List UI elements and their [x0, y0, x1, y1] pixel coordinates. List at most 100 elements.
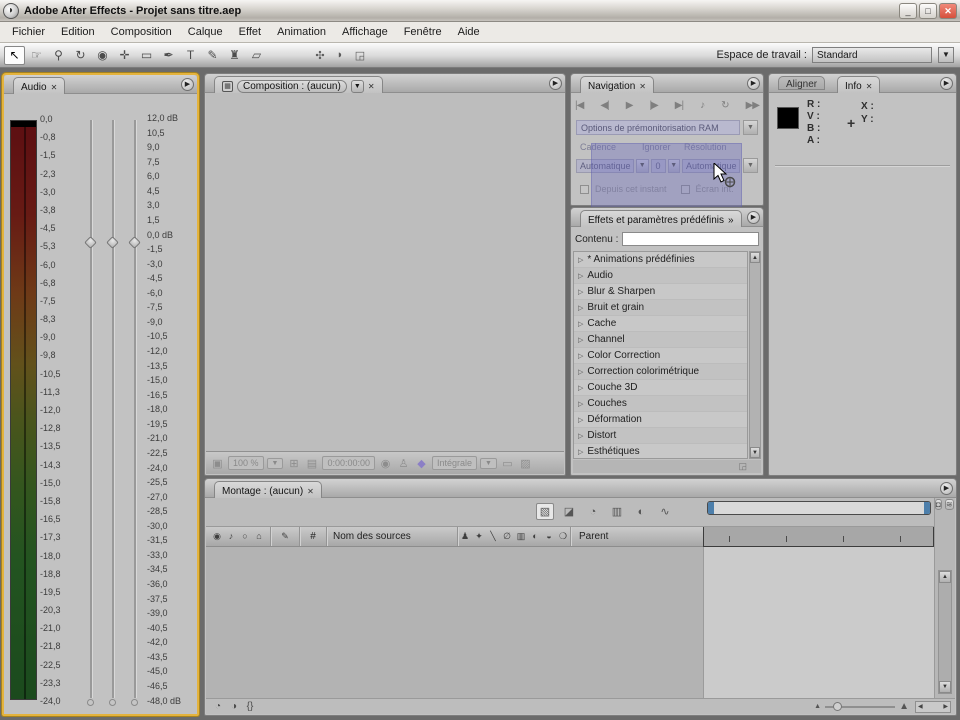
- disclosure-triangle-icon[interactable]: ▷: [578, 432, 583, 440]
- effects-scrollbar[interactable]: ▲ ▼: [749, 251, 761, 459]
- pin-icon[interactable]: ◗: [332, 47, 348, 63]
- solo-icon[interactable]: ○: [238, 531, 252, 542]
- scroll-down-icon[interactable]: ▼: [939, 681, 951, 693]
- effects-category-row[interactable]: ▷ Channel: [574, 332, 747, 348]
- transparency-grid-icon[interactable]: ▨: [518, 457, 533, 470]
- timeline-track-area[interactable]: [703, 547, 934, 698]
- collapse-icon[interactable]: ✦: [472, 531, 486, 542]
- panel-menu-icon[interactable]: ▶: [747, 211, 760, 224]
- disclosure-triangle-icon[interactable]: ▷: [578, 368, 583, 376]
- menu-item[interactable]: Affichage: [334, 24, 396, 40]
- disclosure-triangle-icon[interactable]: ▷: [578, 384, 583, 392]
- ignorer-select[interactable]: 0: [650, 159, 666, 173]
- channels-icon[interactable]: ▤: [304, 457, 319, 470]
- grip-icon[interactable]: ≋: [944, 499, 954, 510]
- menu-item[interactable]: Aide: [450, 24, 488, 40]
- from-current-checkbox[interactable]: [580, 184, 589, 194]
- shy-icon[interactable]: ♟: [458, 531, 472, 542]
- scroll-up-icon[interactable]: ▲: [939, 571, 951, 583]
- comp-mini-flowchart-button[interactable]: ▧: [536, 503, 554, 520]
- effects-category-row[interactable]: ▷ * Animations prédéfinies: [574, 252, 747, 268]
- magnification-select[interactable]: 100 %: [228, 456, 264, 470]
- audio-right-level-slider[interactable]: [128, 120, 141, 706]
- video-visibility-icon[interactable]: ◉: [210, 531, 224, 542]
- effects-category-row[interactable]: ▷ Esthétiques: [574, 444, 747, 458]
- timecode-display[interactable]: 0:00:00:00: [322, 456, 376, 470]
- effects-category-row[interactable]: ▷ Cache: [574, 316, 747, 332]
- expand-inout-button[interactable]: {}: [242, 701, 258, 712]
- zoom-slider-thumb[interactable]: [833, 701, 843, 711]
- effects-category-row[interactable]: ▷ Audio: [574, 268, 747, 284]
- contents-search-input[interactable]: [622, 232, 759, 246]
- ram-preview-button[interactable]: ▶▶: [746, 100, 760, 111]
- pen-tool[interactable]: ✒: [158, 46, 179, 65]
- panel-menu-icon[interactable]: ▶: [940, 77, 953, 90]
- rectangle-mask-tool[interactable]: ▭: [136, 46, 157, 65]
- effects-icon[interactable]: ∅: [500, 531, 514, 542]
- tab-aligner[interactable]: Aligner: [778, 76, 826, 90]
- effects-category-row[interactable]: ▷ Blur & Sharpen: [574, 284, 747, 300]
- menu-item[interactable]: Calque: [180, 24, 231, 40]
- timeline-horizontal-scrollbar[interactable]: ◀ ▶: [915, 700, 951, 713]
- audio-toggle-button[interactable]: ♪: [700, 100, 705, 111]
- label-color-icon[interactable]: ✎: [271, 531, 299, 542]
- disclosure-triangle-icon[interactable]: ▷: [578, 272, 583, 280]
- layer-list-area[interactable]: [206, 547, 703, 698]
- workspace-select[interactable]: Standard: [812, 47, 932, 63]
- tab-composition[interactable]: ▦ Composition : (aucun) ▼ ✕: [214, 76, 383, 93]
- close-button[interactable]: ✕: [939, 2, 957, 19]
- draft-3d-button[interactable]: ◔: [584, 503, 602, 520]
- disclosure-triangle-icon[interactable]: ▷: [578, 336, 583, 344]
- time-navigator-bar[interactable]: [707, 501, 931, 515]
- zoom-out-mountain-icon[interactable]: ▲: [814, 703, 821, 710]
- clone-stamp-tool[interactable]: ♜: [224, 46, 245, 65]
- brush-tool[interactable]: ✎: [202, 46, 223, 65]
- tab-info[interactable]: Info ✕: [837, 76, 881, 93]
- disclosure-triangle-icon[interactable]: ▷: [578, 352, 583, 360]
- live-update-button[interactable]: ◪: [560, 503, 578, 520]
- disclosure-triangle-icon[interactable]: ▷: [578, 288, 583, 296]
- time-ruler[interactable]: [703, 527, 934, 547]
- disclosure-triangle-icon[interactable]: ▷: [578, 416, 583, 424]
- close-icon[interactable]: ✕: [866, 82, 873, 91]
- effects-category-row[interactable]: ▷ Correction colorimétrique: [574, 364, 747, 380]
- orbit-camera-tool[interactable]: ◉: [92, 46, 113, 65]
- comp-marker-icon[interactable]: ◘: [935, 499, 942, 510]
- layer-number-column[interactable]: #: [300, 531, 326, 542]
- selection-tool[interactable]: ↖: [4, 45, 25, 65]
- last-frame-button[interactable]: ▶|: [675, 100, 684, 111]
- frame-blend-icon[interactable]: ▥: [514, 531, 528, 542]
- expand-icon[interactable]: ◲: [352, 47, 368, 63]
- parent-column[interactable]: Parent: [571, 531, 699, 542]
- full-screen-checkbox[interactable]: [680, 184, 690, 194]
- close-icon[interactable]: ✕: [368, 82, 375, 91]
- disclosure-triangle-icon[interactable]: ▷: [578, 400, 583, 408]
- type-tool[interactable]: T: [180, 46, 201, 65]
- expand-layer-switches-button[interactable]: ◔: [210, 701, 226, 712]
- tab-audio[interactable]: Audio ✕: [13, 77, 66, 94]
- show-snapshot-icon[interactable]: ♙: [396, 457, 411, 470]
- lock-icon[interactable]: ⌂: [252, 531, 266, 542]
- resolution-dropdown-icon[interactable]: ▼: [480, 457, 497, 469]
- menu-item[interactable]: Edition: [53, 24, 103, 40]
- close-icon[interactable]: ✕: [639, 82, 646, 91]
- panel-menu-icon[interactable]: ▶: [940, 482, 953, 495]
- motion-blur-icon[interactable]: ◐: [528, 531, 542, 542]
- region-of-interest-icon[interactable]: ▭: [500, 457, 515, 470]
- motion-blur-button[interactable]: ◐: [632, 503, 650, 520]
- first-frame-button[interactable]: |◀: [575, 100, 584, 111]
- resolution-dropdown-icon[interactable]: ▼: [743, 158, 758, 173]
- slider-handle[interactable]: [106, 236, 119, 249]
- effects-category-row[interactable]: ▷ Distort: [574, 428, 747, 444]
- panel-menu-icon[interactable]: ▶: [549, 77, 562, 90]
- quality-icon[interactable]: ╲: [486, 531, 500, 542]
- snapshot-icon[interactable]: ◉: [378, 457, 393, 470]
- resize-grip-icon[interactable]: ◲: [738, 461, 747, 472]
- slider-handle[interactable]: [128, 236, 141, 249]
- close-icon[interactable]: ✕: [307, 487, 314, 496]
- play-button[interactable]: ▶: [626, 100, 634, 111]
- scroll-right-icon[interactable]: ▶: [943, 702, 948, 712]
- source-name-column[interactable]: Nom des sources: [327, 531, 457, 542]
- graph-editor-button[interactable]: ∿: [656, 503, 674, 520]
- zoom-in-mountain-icon[interactable]: ▲: [899, 701, 909, 712]
